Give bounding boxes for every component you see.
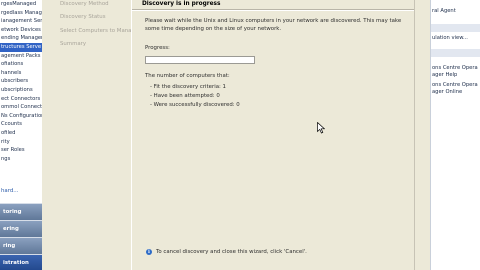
wizard-step-discovery-method: Discovery Method xyxy=(60,1,109,7)
nav-show-more-link[interactable]: hard... xyxy=(1,188,18,194)
nav-item[interactable]: ofiations xyxy=(0,60,42,69)
nav-item[interactable]: agement Packs xyxy=(0,52,42,61)
progress-label: Progress: xyxy=(145,45,170,51)
wizard-step-summary: Summary xyxy=(60,41,87,47)
action-item[interactable]: ager Online xyxy=(432,89,462,95)
nav-item[interactable]: rity xyxy=(0,138,42,147)
info-icon: i xyxy=(146,249,152,255)
workspace-button-authoring[interactable]: ering xyxy=(0,220,42,238)
page-title: Discovery is in progress xyxy=(142,1,221,7)
workspace-button-label: ering xyxy=(3,226,19,232)
workspace-button-administration[interactable]: istration xyxy=(0,254,42,270)
nav-item[interactable]: ending Manager xyxy=(0,34,42,43)
workspace-button-reporting[interactable]: ring xyxy=(0,237,42,255)
workspace-button-label: ring xyxy=(3,243,16,249)
mouse-cursor-icon xyxy=(317,122,325,134)
nav-item[interactable]: ianagement Ser xyxy=(0,17,42,26)
action-item[interactable]: ons Centre Opera xyxy=(432,82,478,88)
count-attempted: - Have been attempted: 0 xyxy=(150,93,220,99)
nav-item[interactable]: Ns Configuration xyxy=(0,112,42,121)
wizard-content: Discovery is in progress Please wait whi… xyxy=(131,0,415,270)
action-item[interactable]: ulation view... xyxy=(432,35,468,41)
count-discovered: - Were successfully discovered: 0 xyxy=(150,102,240,108)
navigation-pane: rgesManaged rgedlass Manager ianagement … xyxy=(0,0,43,270)
computer-count-label: The number of computers that: xyxy=(145,73,230,79)
navigation-tree: rgesManaged rgedlass Manager ianagement … xyxy=(0,0,42,163)
wizard-step-discovery-status: Discovery Status xyxy=(60,14,106,20)
nav-item[interactable]: ubscriptions xyxy=(0,86,42,95)
cancel-info-text: To cancel discovery and close this wizar… xyxy=(156,249,307,255)
wizard-steps: Discovery Method Discovery Status Select… xyxy=(42,0,138,270)
nav-item[interactable]: rgesManaged xyxy=(0,0,42,9)
nav-item[interactable]: hannels xyxy=(0,69,42,78)
nav-item[interactable]: ofiled xyxy=(0,129,42,138)
nav-item[interactable]: ubscribers xyxy=(0,77,42,86)
workspace-button-monitoring[interactable]: toring xyxy=(0,203,42,221)
action-item[interactable]: ons Centre Opera xyxy=(432,65,478,71)
nav-item[interactable]: Ccounts xyxy=(0,120,42,129)
actions-pane: ral Agent ulation view... ons Centre Ope… xyxy=(430,0,480,270)
nav-item[interactable]: etwork Devices xyxy=(0,26,42,35)
nav-item[interactable]: ect Connectors xyxy=(0,95,42,104)
nav-item-selected[interactable]: tructures Serve xyxy=(0,42,42,52)
description-text: Please wait while the Unix and Linux com… xyxy=(145,18,402,32)
nav-item[interactable]: ngs xyxy=(0,155,42,164)
workspace-button-label: istration xyxy=(3,260,29,266)
discovery-wizard: Discovery Method Discovery Status Select… xyxy=(42,0,431,270)
action-item[interactable]: ral Agent xyxy=(432,8,456,14)
actions-section-header xyxy=(431,24,480,32)
nav-item[interactable]: rgedlass Manager xyxy=(0,9,42,18)
nav-item[interactable]: ser Roles xyxy=(0,146,42,155)
title-divider xyxy=(132,9,415,11)
actions-section-header xyxy=(431,49,480,57)
progress-bar xyxy=(145,56,255,64)
vertical-scrollbar[interactable] xyxy=(414,0,431,270)
action-item[interactable]: ager Help xyxy=(432,72,457,78)
wizard-step-select-computers: Select Computers to Manage xyxy=(60,28,139,34)
count-fit-criteria: - Fit the discovery criteria: 1 xyxy=(150,84,226,90)
nav-item[interactable]: ommol Connect xyxy=(0,103,42,112)
workspace-button-label: toring xyxy=(3,209,22,215)
